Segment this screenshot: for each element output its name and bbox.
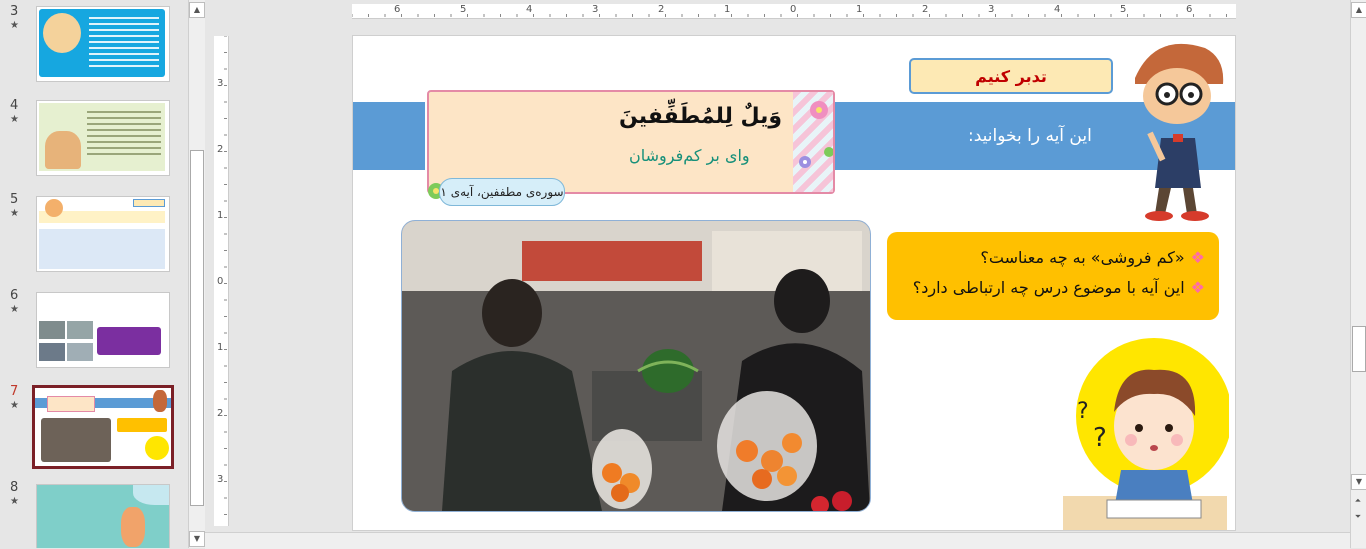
- editor-vertical-scrollbar[interactable]: ▲ ▼ ⏶ ⏷: [1350, 0, 1366, 548]
- ruler-label: 2: [217, 144, 224, 155]
- slide-thumbnail-3[interactable]: [36, 6, 170, 82]
- ruler-label: 6: [1186, 4, 1193, 15]
- flower-icon: [799, 101, 833, 168]
- ruler-label: 5: [1120, 4, 1127, 15]
- ruler-label: 3: [592, 4, 599, 15]
- question-box[interactable]: ❖«کم فروشی» به چه معناست؟ ❖این آیه با مو…: [887, 232, 1219, 320]
- ruler-label: 1: [724, 4, 731, 15]
- ruler-label: 2: [217, 408, 224, 419]
- confused-boy-illustration: ? ?: [1063, 338, 1229, 530]
- question-mark-icon: ?: [1077, 399, 1089, 424]
- blue-band-left: [353, 102, 425, 170]
- thumbnail-scrollbar[interactable]: ▲ ▼: [188, 0, 205, 548]
- scrollbar-thumb[interactable]: [1352, 326, 1366, 372]
- ruler-label: 3: [217, 78, 224, 89]
- animation-star-icon: ★: [10, 114, 19, 125]
- verse-arabic-text[interactable]: وَيلٌ لِلمُطَفِّفينَ: [619, 104, 782, 129]
- slide-thumbnail-6[interactable]: [36, 292, 170, 368]
- scroll-down-button[interactable]: ▼: [1351, 474, 1366, 490]
- next-slide-button[interactable]: ⏷: [1351, 510, 1365, 524]
- animation-star-icon: ★: [10, 20, 19, 31]
- verse-reference-badge[interactable]: سوره‌ی مطففین، آیه‌ی ۱: [439, 178, 565, 206]
- ruler-label: 2: [658, 4, 665, 15]
- animation-star-icon: ★: [10, 496, 19, 507]
- animation-star-icon: ★: [10, 208, 19, 219]
- horizontal-ruler: 6 5 4 3 2 1 0 1 2 3 4 5 6: [352, 4, 1236, 19]
- question-item[interactable]: ❖«کم فروشی» به چه معناست؟: [980, 248, 1205, 267]
- bullet-icon: ❖: [1190, 278, 1205, 297]
- instruction-text[interactable]: این آیه را بخوانید:: [968, 126, 1092, 146]
- ruler-label: 4: [1054, 4, 1061, 15]
- animation-star-icon: ★: [10, 400, 19, 411]
- scroll-up-button[interactable]: ▲: [1351, 2, 1366, 18]
- thumbnail-number: 7: [10, 384, 19, 399]
- ruler-label: 3: [988, 4, 995, 15]
- slide-thumbnail-4[interactable]: [36, 100, 170, 176]
- verse-persian-translation[interactable]: وای بر کم‌فروشان: [629, 146, 750, 165]
- ruler-label: 0: [217, 276, 224, 287]
- scrollbar-thumb[interactable]: [190, 150, 204, 506]
- thumbnail-number: 4: [10, 98, 19, 113]
- question-item[interactable]: ❖این آیه با موضوع درس چه ارتباطی دارد؟: [913, 278, 1205, 297]
- thumbnail-number: 6: [10, 288, 19, 303]
- slide-thumbnail-5[interactable]: [36, 196, 170, 272]
- thumbnail-number: 8: [10, 480, 19, 495]
- thinking-boy-illustration: [1135, 43, 1224, 221]
- ruler-label: 5: [460, 4, 467, 15]
- slide-thumbnail-8[interactable]: [36, 484, 170, 548]
- ruler-label: 4: [526, 4, 533, 15]
- question-mark-icon: ?: [1093, 423, 1107, 453]
- ruler-label: 1: [856, 4, 863, 15]
- ruler-label: 6: [394, 4, 401, 15]
- thumbnail-number: 3: [10, 4, 19, 19]
- slide-thumbnail-7[interactable]: [32, 385, 174, 469]
- scroll-up-button[interactable]: ▲: [189, 2, 205, 18]
- ruler-label: 0: [790, 4, 797, 15]
- ruler-label: 2: [922, 4, 929, 15]
- bullet-icon: ❖: [1190, 248, 1205, 267]
- ruler-label: 1: [217, 342, 224, 353]
- ruler-label: 3: [217, 474, 224, 485]
- animation-star-icon: ★: [10, 304, 19, 315]
- market-photo[interactable]: [401, 220, 871, 512]
- scroll-down-button[interactable]: ▼: [189, 531, 205, 547]
- ruler-label: 1: [217, 210, 224, 221]
- vertical-ruler: 3 2 1 0 1 2 3: [214, 36, 229, 526]
- reflect-title-box[interactable]: تدبر کنیم: [909, 58, 1113, 94]
- slide-thumbnail-pane[interactable]: 3 ★ 4 ★ 5 ★ 6 ★ 7 ★ 8 ★: [0, 0, 188, 548]
- editor-horizontal-scrollbar[interactable]: [205, 532, 1350, 549]
- market-scene-image: [402, 221, 870, 511]
- slide-canvas[interactable]: تدبر کنیم این آیه را بخوانید: وَيلٌ لِلم…: [352, 35, 1236, 531]
- thumbnail-number: 5: [10, 192, 19, 207]
- previous-slide-button[interactable]: ⏶: [1351, 494, 1365, 508]
